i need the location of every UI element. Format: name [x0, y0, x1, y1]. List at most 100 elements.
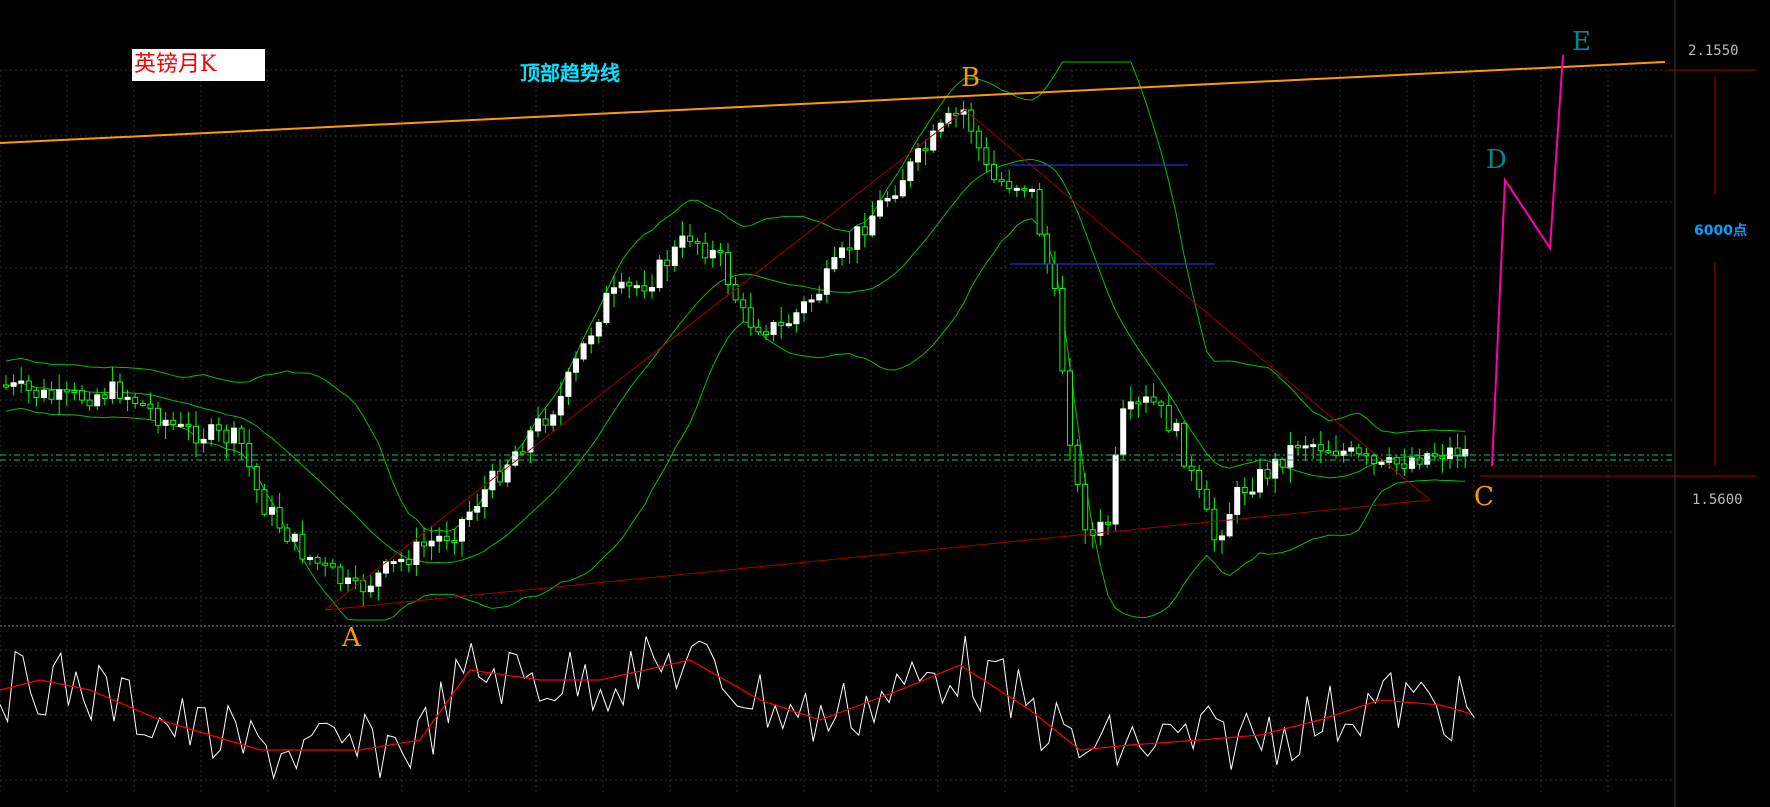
candle-body [1234, 486, 1241, 515]
candle-body [443, 535, 450, 542]
candle-body [1272, 458, 1279, 479]
candle-body [360, 580, 367, 593]
candle-body [314, 557, 321, 564]
candle-body [892, 195, 899, 199]
wave-label-a: A [341, 623, 362, 653]
candle-body [474, 505, 481, 513]
chart-title: 英镑月K [132, 49, 265, 81]
candle-body [101, 394, 108, 400]
candle-body [428, 540, 435, 547]
candle-body [1006, 180, 1013, 190]
candle-body [1150, 396, 1157, 403]
candlesticks [3, 100, 1469, 607]
candle-body [1378, 461, 1385, 465]
candle-body [595, 322, 602, 337]
candle-body [1036, 188, 1043, 235]
candle-body [1310, 444, 1317, 448]
candle-body [1021, 187, 1028, 191]
candle-body [633, 285, 640, 289]
candle-body [352, 577, 359, 582]
candle-body [147, 403, 154, 409]
candle-body [398, 558, 405, 563]
candle-body [1074, 444, 1081, 485]
candle-body [1120, 408, 1127, 456]
candle-body [109, 381, 116, 400]
candle-body [747, 307, 754, 328]
candle-body [709, 249, 716, 259]
candle-body [200, 438, 207, 444]
candle-body [436, 535, 443, 542]
candle-body [413, 541, 420, 566]
candle-body [846, 247, 853, 251]
candle-body [223, 429, 230, 444]
candle-body [656, 259, 663, 289]
candle-body [801, 301, 807, 314]
candle-body [732, 284, 739, 301]
candle-body [641, 285, 648, 292]
candle-body [56, 389, 63, 400]
candle-body [1188, 465, 1195, 471]
candle-body [1127, 401, 1134, 410]
candle-body [1165, 404, 1172, 432]
top-trendline-label: 顶部趋势线 [520, 61, 620, 85]
candle-body [983, 147, 990, 166]
candle-body [1143, 396, 1149, 403]
candle-body [1264, 469, 1271, 479]
candle-body [763, 331, 769, 336]
candle-body [63, 389, 70, 393]
candle-body [535, 418, 541, 432]
candle-body [451, 540, 458, 544]
candle-body [588, 335, 595, 345]
candle-body [899, 180, 906, 197]
candle-body [94, 394, 101, 407]
candle-body [649, 287, 655, 292]
candle-body [307, 557, 313, 561]
candle-body [276, 506, 283, 529]
candle-body [193, 425, 199, 444]
candle-body [1226, 513, 1233, 537]
candle-body [778, 322, 785, 326]
candle-body [877, 200, 883, 217]
candle-body [580, 343, 587, 360]
candle-body [1317, 444, 1324, 452]
candle-body [1241, 486, 1248, 493]
candle-body [808, 299, 815, 303]
candle-body [117, 381, 123, 399]
candle-body [124, 396, 131, 400]
candle-body [694, 240, 701, 244]
candle-body [785, 323, 792, 327]
wave-label-d: D [1486, 145, 1507, 175]
candle-body [922, 148, 929, 152]
candle-body [405, 558, 412, 566]
candle-body [162, 419, 169, 426]
bottom-trendline [324, 499, 1431, 611]
wave-label-b: B [961, 63, 980, 93]
candle-body [139, 402, 146, 406]
candle-body [991, 164, 997, 181]
candle-body [253, 466, 260, 491]
candle-body [3, 384, 9, 388]
candle-body [869, 215, 876, 236]
candle-body [390, 561, 397, 565]
candle-body [1295, 445, 1301, 449]
candle-body [155, 407, 161, 426]
candle-body [626, 281, 633, 287]
candle-body [1219, 535, 1225, 541]
candle-body [1249, 491, 1256, 495]
price-chart[interactable]: 顶部趋势线 A B C D E 2.1550 1.5600 6000点 [0, 0, 1770, 807]
candle-body [299, 533, 306, 560]
candle-body [755, 326, 762, 333]
candle-body [725, 252, 731, 286]
candle-body [1439, 455, 1446, 460]
candle-body [740, 299, 747, 309]
candle-body [1112, 454, 1119, 525]
candle-body [603, 292, 610, 324]
candle-body [565, 371, 572, 397]
price-label-high: 2.1550 [1688, 43, 1739, 59]
candle-body [329, 562, 336, 568]
candle-body [861, 226, 868, 236]
candle-body [702, 242, 709, 259]
candle-body [421, 541, 427, 547]
candle-body [1059, 287, 1066, 372]
candle-body [170, 419, 177, 425]
